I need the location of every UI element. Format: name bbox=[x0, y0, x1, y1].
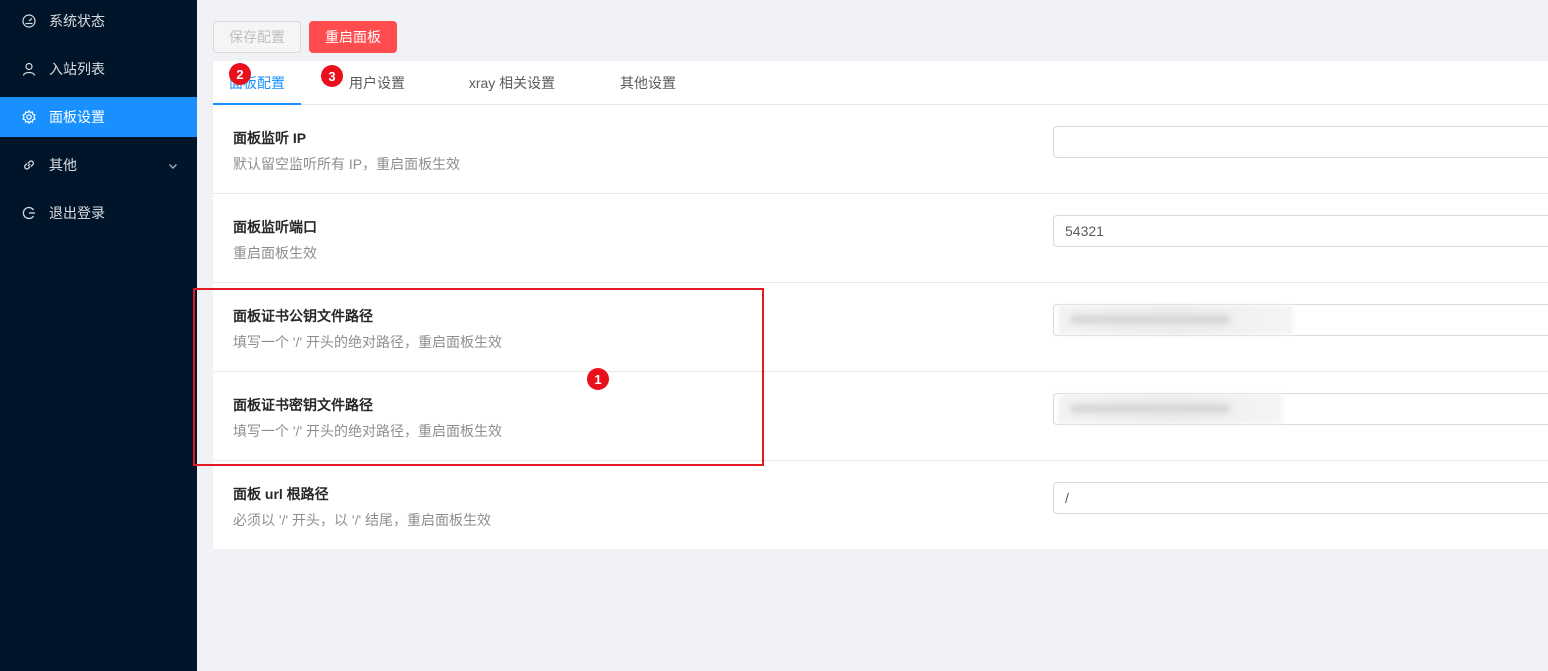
annotation-badge-3: 3 bbox=[321, 65, 343, 87]
gear-icon bbox=[22, 110, 36, 124]
setting-row-listen-ip: 面板监听 IP 默认留空监听所有 IP，重启面板生效 bbox=[213, 105, 1548, 194]
setting-description: 默认留空监听所有 IP，重启面板生效 bbox=[233, 156, 461, 172]
link-icon bbox=[22, 158, 36, 172]
blurred-path-value bbox=[1058, 394, 1283, 424]
sidebar-item-label: 面板设置 bbox=[49, 109, 105, 125]
sidebar-item-system-status[interactable]: 系统状态 bbox=[0, 1, 197, 41]
setting-title: 面板监听 IP bbox=[233, 130, 307, 146]
blurred-path-value bbox=[1058, 305, 1293, 335]
dashboard-icon bbox=[22, 14, 36, 28]
chevron-down-icon bbox=[167, 159, 179, 171]
save-button[interactable]: 保存配置 bbox=[213, 21, 301, 53]
annotation-badge-1: 1 bbox=[587, 368, 609, 390]
listen-ip-input[interactable] bbox=[1053, 126, 1548, 158]
tab-xray-settings[interactable]: xray 相关设置 bbox=[453, 61, 571, 105]
tab-panel-config[interactable]: 面板配置 bbox=[213, 61, 301, 105]
settings-tabs: 面板配置 用户设置 xray 相关设置 其他设置 bbox=[213, 61, 1548, 105]
url-base-path-input[interactable] bbox=[1053, 482, 1548, 514]
user-icon bbox=[22, 62, 36, 76]
setting-title: 面板 url 根路径 bbox=[233, 486, 329, 502]
sidebar-item-logout[interactable]: 退出登录 bbox=[0, 193, 197, 233]
setting-description: 重启面板生效 bbox=[233, 245, 317, 261]
annotation-badge-2: 2 bbox=[229, 63, 251, 85]
sidebar-item-label: 系统状态 bbox=[49, 13, 105, 29]
sidebar-item-label: 退出登录 bbox=[49, 205, 105, 221]
tab-user-settings[interactable]: 用户设置 bbox=[333, 61, 421, 105]
tab-other-settings[interactable]: 其他设置 bbox=[604, 61, 692, 105]
sidebar-item-inbounds[interactable]: 入站列表 bbox=[0, 49, 197, 89]
setting-description: 必须以 '/' 开头，以 '/' 结尾，重启面板生效 bbox=[233, 512, 492, 528]
sidebar-item-other[interactable]: 其他 bbox=[0, 145, 197, 185]
listen-port-input[interactable] bbox=[1053, 215, 1548, 247]
setting-title: 面板监听端口 bbox=[233, 219, 317, 235]
logout-icon bbox=[22, 206, 36, 220]
annotation-highlight-box bbox=[193, 288, 764, 466]
sidebar-item-label: 入站列表 bbox=[49, 61, 105, 77]
sidebar-item-label: 其他 bbox=[49, 157, 77, 173]
sidebar-item-panel-settings[interactable]: 面板设置 bbox=[0, 97, 197, 137]
setting-row-listen-port: 面板监听端口 重启面板生效 bbox=[213, 194, 1548, 283]
sidebar: 系统状态 入站列表 面板设置 其他 退出登录 bbox=[0, 0, 197, 671]
setting-row-url-base-path: 面板 url 根路径 必须以 '/' 开头，以 '/' 结尾，重启面板生效 bbox=[213, 461, 1548, 550]
restart-panel-button[interactable]: 重启面板 bbox=[309, 21, 397, 53]
